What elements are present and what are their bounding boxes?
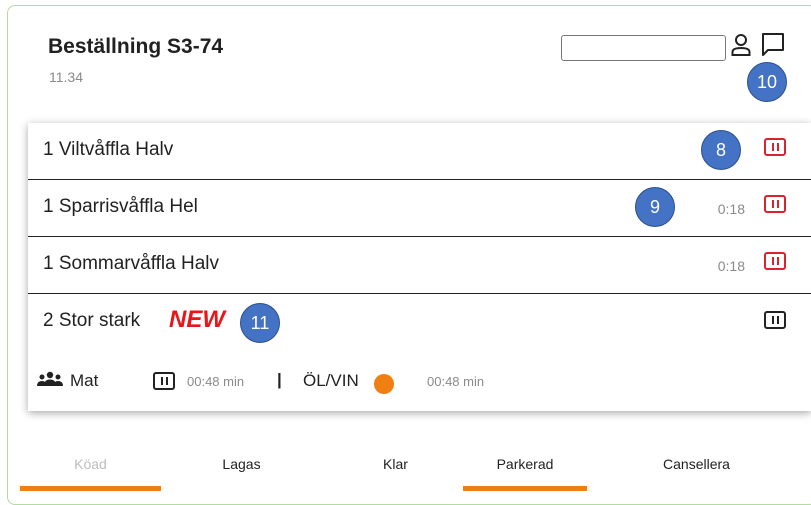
pause-icon[interactable] xyxy=(764,311,786,329)
tab-label: Lagas xyxy=(222,456,261,472)
station-drinks-time: 00:48 min xyxy=(427,374,485,389)
order-items-card: 1 Viltvåffla Halv 8 1 Sparrisvåffla Hel … xyxy=(28,123,811,411)
search-input[interactable] xyxy=(561,35,726,61)
tab-parkerad[interactable]: Parkerad xyxy=(463,440,587,497)
item-timer: 0:18 xyxy=(717,201,745,217)
new-tag: NEW xyxy=(169,306,225,333)
tab-cansellera[interactable]: Cansellera xyxy=(626,440,767,497)
tab-underline xyxy=(20,486,161,491)
order-item-row[interactable]: 1 Sparrisvåffla Hel 9 0:18 xyxy=(28,180,811,237)
tab-koad[interactable]: Köad xyxy=(20,440,161,497)
pause-icon[interactable] xyxy=(153,372,175,390)
chat-count-badge: 10 xyxy=(747,62,787,102)
pause-icon[interactable] xyxy=(764,252,786,270)
item-label: 1 Sparrisvåffla Hel xyxy=(43,196,198,217)
order-item-row[interactable]: 1 Viltvåffla Halv 8 xyxy=(28,123,811,180)
tab-klar[interactable]: Klar xyxy=(325,440,466,497)
order-item-row[interactable]: 1 Sommarvåffla Halv 0:18 xyxy=(28,237,811,294)
separator: | xyxy=(277,370,282,389)
station-mat-time: 00:48 min xyxy=(187,374,245,389)
order-title: Beställning S3-74 xyxy=(48,35,224,58)
pause-icon[interactable] xyxy=(764,195,786,213)
item-count-badge: 8 xyxy=(701,130,741,170)
group-icon xyxy=(37,371,63,386)
tab-label: Köad xyxy=(74,456,107,472)
tab-underline xyxy=(463,486,587,491)
item-count-badge: 9 xyxy=(635,187,675,227)
status-dot xyxy=(374,374,394,394)
pause-icon[interactable] xyxy=(764,138,786,156)
item-label: 2 Stor stark xyxy=(43,310,141,331)
tab-lagas[interactable]: Lagas xyxy=(171,440,312,497)
item-label: 1 Sommarvåffla Halv xyxy=(43,253,219,274)
item-count-badge: 11 xyxy=(240,303,280,343)
tab-label: Klar xyxy=(383,456,408,472)
tab-label: Parkerad xyxy=(496,456,554,472)
order-item-row[interactable]: 2 Stor stark NEW 11 xyxy=(28,294,811,354)
chat-icon[interactable] xyxy=(760,32,786,58)
station-summary: Mat 00:48 min | ÖL/VIN 00:48 min xyxy=(28,354,811,411)
tab-label: Cansellera xyxy=(663,456,730,472)
item-label: 1 Viltvåffla Halv xyxy=(43,139,174,160)
station-drinks-label: ÖL/VIN xyxy=(303,371,359,390)
status-tabs: Köad Lagas Klar Parkerad Cansellera xyxy=(0,440,811,497)
station-mat-label: Mat xyxy=(70,371,99,390)
order-time: 11.34 xyxy=(49,69,83,85)
item-timer: 0:18 xyxy=(717,258,745,274)
person-icon[interactable] xyxy=(731,33,751,57)
